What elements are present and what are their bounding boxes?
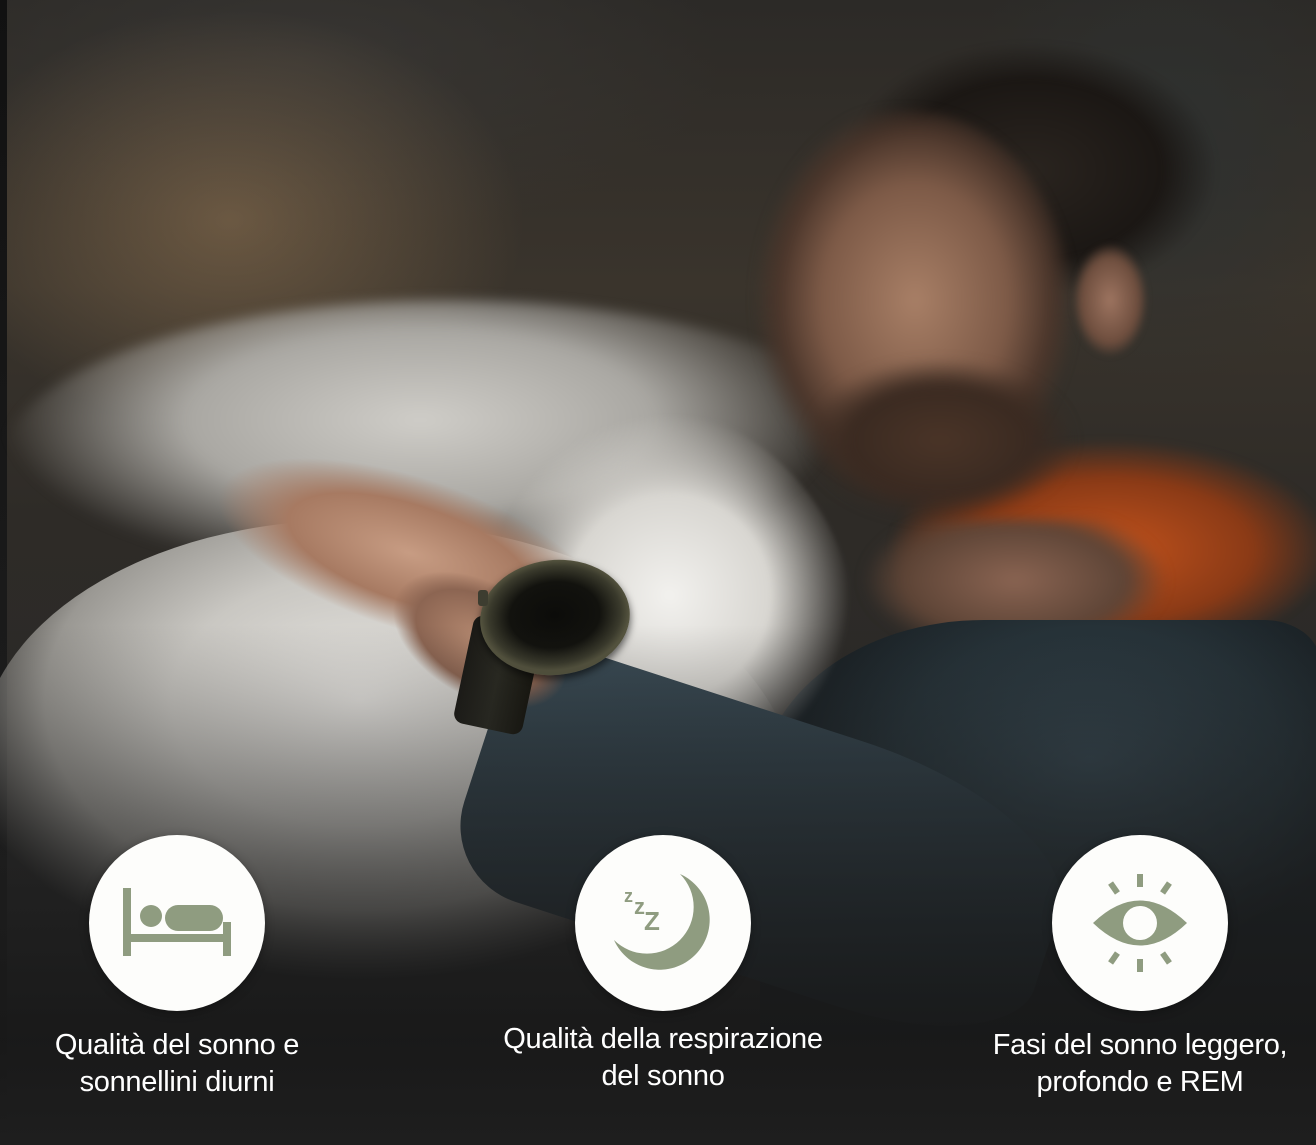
feature-icon-circle	[89, 835, 265, 1011]
moon-zzz-icon: z z Z	[614, 874, 710, 970]
eye-icon	[1093, 874, 1187, 972]
feature-label: Qualità della respirazione del sonno	[503, 1023, 823, 1092]
feature-sleep-quality: Qualità del sonno e sonnellini diurni	[0, 835, 357, 1101]
svg-text:z: z	[624, 886, 633, 906]
person-beard	[790, 360, 1090, 550]
feature-label: Fasi del sonno leggero, profondo e REM	[992, 1029, 1288, 1098]
feature-sleep-stages: Fasi del sonno leggero, profondo e REM	[960, 835, 1316, 1101]
feature-icon-circle	[1052, 835, 1228, 1011]
bed-icon	[123, 888, 231, 956]
product-banner: Qualità del sonno e sonnellini diurni z …	[0, 0, 1316, 1145]
feature-breathing-quality: z z Z Qualità della respirazione del son…	[483, 835, 843, 1095]
svg-text:Z: Z	[644, 906, 660, 936]
feature-label: Qualità del sonno e sonnellini diurni	[54, 1029, 300, 1098]
watch-crown	[478, 590, 488, 606]
person-ear	[1065, 235, 1155, 365]
feature-icon-circle: z z Z	[575, 835, 751, 1011]
